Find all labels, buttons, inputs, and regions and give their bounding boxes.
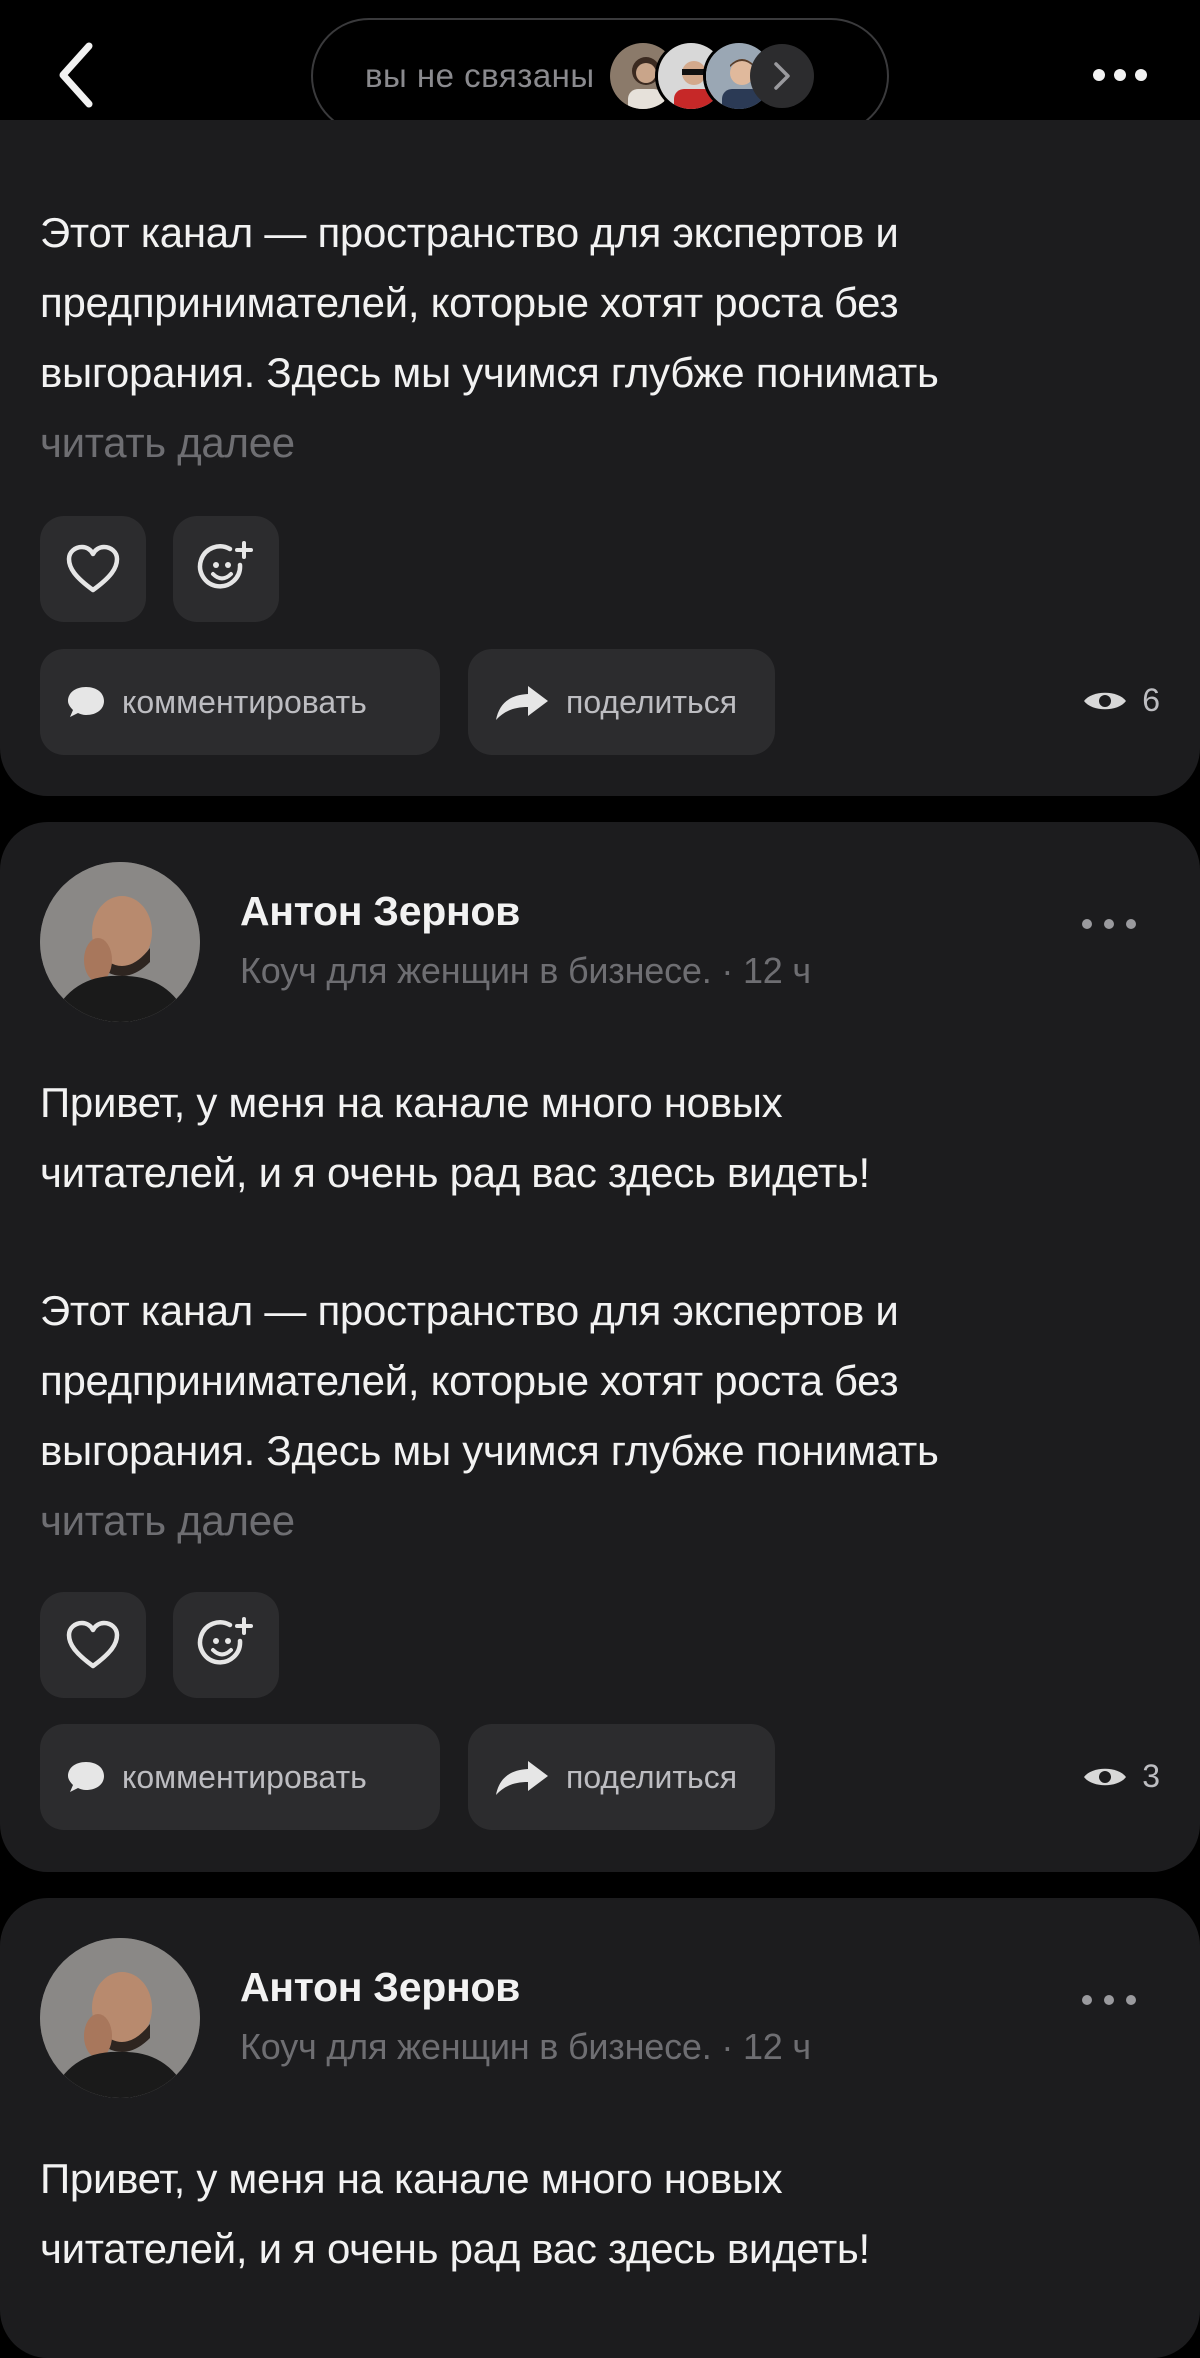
add-emoji-icon — [197, 541, 253, 589]
post-body: Этот канал — пространство для экспертов … — [40, 1287, 939, 1474]
share-label: поделиться — [566, 683, 738, 720]
author-description: Коуч для женщин в бизнесе. — [240, 2026, 712, 2067]
share-arrow-icon — [496, 1761, 548, 1795]
post-time: · 12 ч — [721, 2026, 811, 2067]
more-horizontal-icon — [1082, 1995, 1136, 2005]
eye-icon — [1084, 692, 1127, 709]
comment-button[interactable]: комментировать — [40, 1724, 440, 1830]
post-card: Этот канал — пространство для экспертов … — [0, 120, 1200, 796]
comment-label: комментировать — [122, 1758, 367, 1795]
add-reaction-button[interactable] — [173, 516, 279, 622]
like-button[interactable] — [40, 516, 146, 622]
read-more-link[interactable]: читать далее — [40, 1486, 295, 1556]
comment-bubble-icon — [68, 687, 104, 717]
author-meta: Коуч для женщин в бизнесе. · 12 ч — [240, 2026, 811, 2068]
share-arrow-icon — [496, 686, 548, 720]
share-button[interactable]: поделиться — [468, 649, 775, 755]
more-horizontal-icon — [1093, 69, 1147, 81]
eye-icon — [1084, 1768, 1127, 1785]
author-meta: Коуч для женщин в бизнесе. · 12 ч — [240, 950, 811, 992]
post-body: Этот канал — пространство для экспертов … — [40, 209, 939, 396]
mutual-avatars — [606, 40, 814, 112]
views-counter: 3 — [1082, 1758, 1160, 1795]
author-avatar[interactable] — [40, 862, 200, 1022]
heart-icon — [66, 544, 120, 593]
comment-label: комментировать — [122, 683, 367, 720]
back-button[interactable] — [40, 30, 110, 120]
post-more-button[interactable] — [1074, 1980, 1144, 2020]
post-greeting: Привет, у меня на канале много новых чит… — [40, 1079, 870, 1196]
author-description: Коуч для женщин в бизнесе. — [240, 950, 712, 991]
connection-status-text: вы не связаны — [365, 57, 595, 94]
author-name[interactable]: Антон Зернов — [240, 888, 520, 935]
views-count: 6 — [1142, 682, 1160, 718]
heart-icon — [66, 1620, 120, 1669]
post-greeting: Привет, у меня на канале много новых чит… — [40, 2155, 870, 2272]
chevron-left-icon — [59, 42, 93, 108]
chevron-right-icon — [773, 62, 790, 90]
comment-button[interactable]: комментировать — [40, 649, 440, 755]
read-more-link[interactable]: читать далее — [40, 408, 295, 478]
more-avatars-button[interactable] — [749, 44, 814, 108]
author-name[interactable]: Антон Зернов — [240, 1964, 520, 2011]
views-counter: 6 — [1082, 682, 1160, 719]
share-label: поделиться — [566, 1758, 738, 1795]
more-options-button[interactable] — [1080, 50, 1160, 100]
post-card: Антон Зернов Коуч для женщин в бизнесе. … — [0, 1898, 1200, 2358]
views-count: 3 — [1142, 1758, 1160, 1794]
add-reaction-button[interactable] — [173, 1592, 279, 1698]
like-button[interactable] — [40, 1592, 146, 1698]
more-horizontal-icon — [1082, 919, 1136, 929]
connection-status-pill[interactable]: вы не связаны — [311, 18, 889, 134]
post-card: Антон Зернов Коуч для женщин в бизнесе. … — [0, 822, 1200, 1872]
add-emoji-icon — [197, 1617, 253, 1665]
post-time: · 12 ч — [721, 950, 811, 991]
share-button[interactable]: поделиться — [468, 1724, 775, 1830]
comment-bubble-icon — [68, 1762, 104, 1792]
post-more-button[interactable] — [1074, 904, 1144, 944]
author-avatar[interactable] — [40, 1938, 200, 2098]
